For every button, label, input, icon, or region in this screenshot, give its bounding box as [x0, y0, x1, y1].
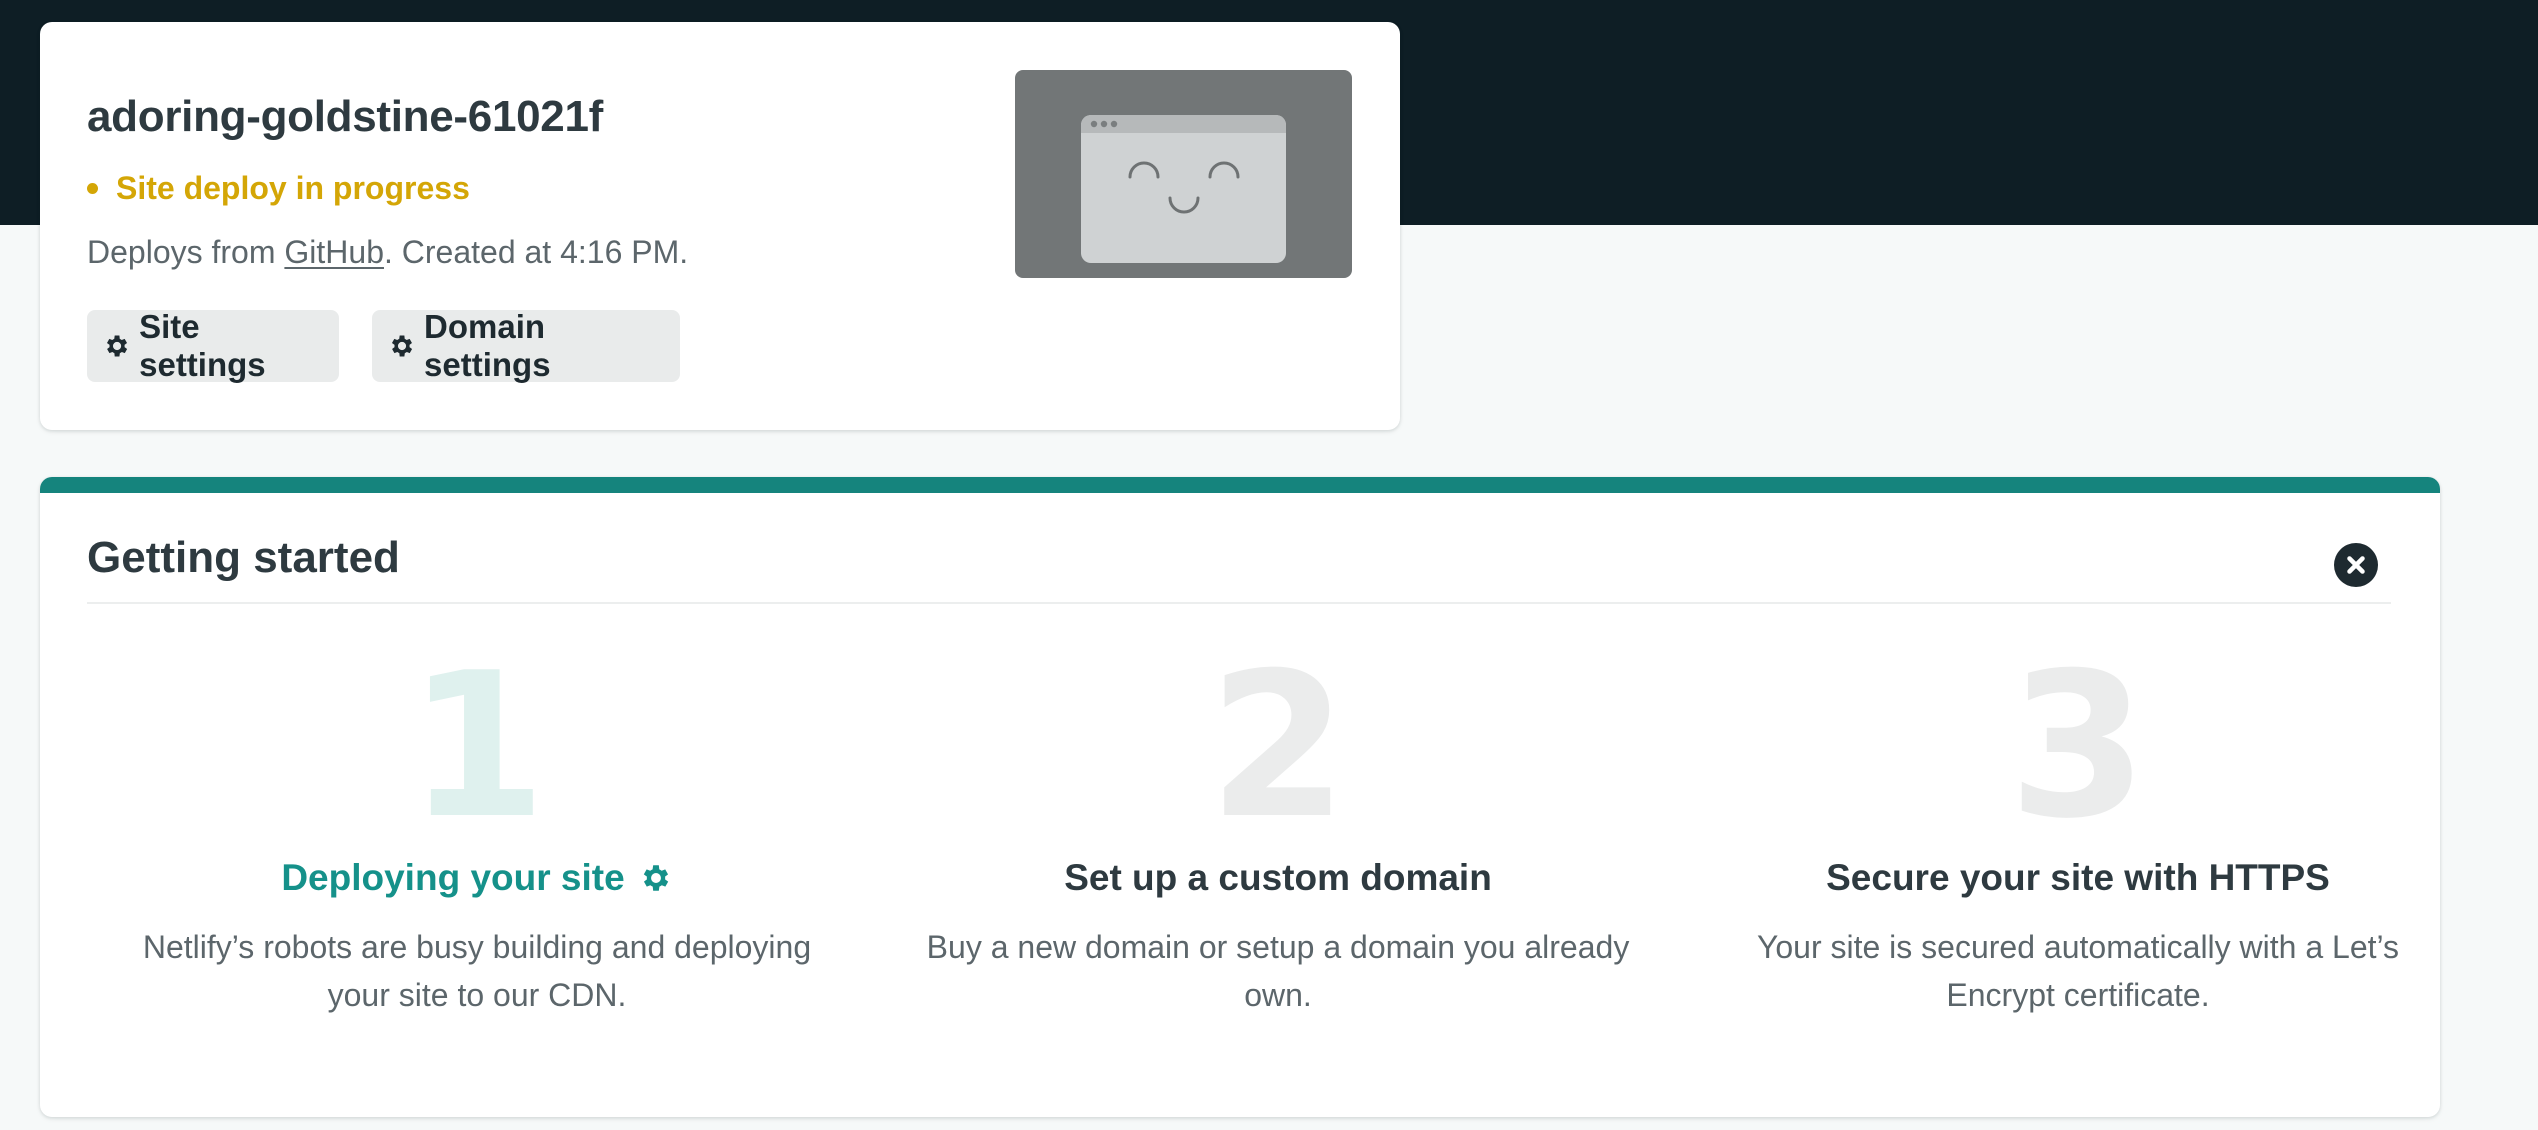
getting-started-card: Getting started 1 Deploying your site Ne… — [40, 477, 2440, 1117]
site-name[interactable]: adoring-goldstine-61021f — [87, 92, 603, 142]
step-number: 2 — [1208, 630, 1348, 863]
site-preview-thumbnail[interactable] — [1015, 70, 1352, 278]
step-description: Your site is secured automatically with … — [1756, 929, 2400, 1013]
close-getting-started-button[interactable] — [2334, 543, 2378, 587]
step-title[interactable]: Secure your site with HTTPS — [1698, 857, 2440, 899]
close-circle-icon — [2335, 544, 2377, 586]
domain-settings-label: Domain settings — [424, 308, 551, 383]
gear-icon — [106, 335, 128, 357]
status-dot-icon — [87, 183, 98, 194]
smiling-browser-window-illustration — [1081, 115, 1286, 263]
github-link[interactable]: GitHub — [284, 234, 384, 271]
deploy-info-suffix: . Created at 4:16 PM. — [383, 234, 689, 270]
step-number: 1 — [407, 630, 547, 863]
site-overview-card: adoring-goldstine-61021f Site deploy in … — [40, 22, 1400, 430]
deploy-info: Deploys from GitHub. Created at 4:16 PM. — [87, 234, 688, 271]
gear-icon — [643, 865, 668, 891]
step-description: Buy a new domain or setup a domain you a… — [926, 929, 1630, 1013]
step-number: 3 — [2008, 630, 2148, 863]
step-description: Netlify’s robots are busy building and d… — [142, 929, 812, 1013]
step-title[interactable]: Deploying your site — [97, 857, 857, 899]
getting-started-title: Getting started — [87, 533, 400, 582]
deploy-info-prefix: Deploys from — [87, 234, 285, 270]
site-settings-label: Site settings — [139, 308, 266, 383]
card-accent-bar — [40, 477, 2440, 493]
deploy-status: Site deploy in progress — [87, 170, 470, 207]
step-deploying: 1 Deploying your site Netlify’s robots a… — [97, 630, 857, 1019]
divider — [87, 602, 2391, 604]
step-custom-domain: 2 Set up a custom domain Buy a new domai… — [898, 630, 1658, 1019]
step-title[interactable]: Set up a custom domain — [898, 857, 1658, 899]
step-https: 3 Secure your site with HTTPS Your site … — [1698, 630, 2440, 1019]
step-title-text: Deploying your site — [281, 857, 625, 898]
deploy-status-text[interactable]: Site deploy in progress — [116, 170, 470, 207]
site-settings-button[interactable]: Site settings — [87, 308, 339, 383]
gear-icon — [391, 335, 413, 357]
domain-settings-button[interactable]: Domain settings — [372, 308, 680, 383]
